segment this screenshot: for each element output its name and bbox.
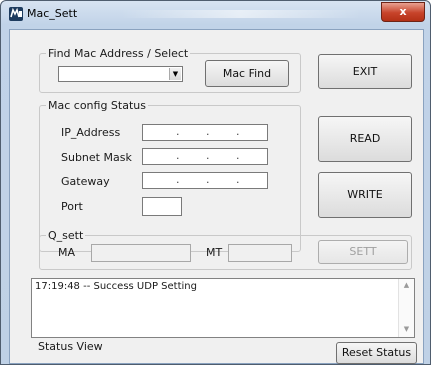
subnet-dot-3: . [236, 149, 240, 162]
ip-dot-1: . [176, 125, 180, 138]
subnet-mask-label: Subnet Mask [61, 151, 132, 164]
port-field[interactable] [142, 197, 182, 216]
gateway-dot-1: . [176, 173, 180, 186]
status-log[interactable]: 17:19:48 -- Success UDP Setting ▲ ▼ [31, 278, 415, 338]
gateway-field[interactable]: . . . [142, 172, 268, 189]
subnet-dot-2: . [206, 149, 210, 162]
title-bar[interactable]: Mac_Sett x [1, 1, 430, 27]
exit-button[interactable]: EXIT [318, 54, 412, 89]
reset-status-button[interactable]: Reset Status [336, 342, 417, 364]
port-label: Port [61, 200, 83, 213]
gateway-dot-3: . [236, 173, 240, 186]
log-scrollbar[interactable]: ▲ ▼ [398, 279, 414, 337]
mt-field[interactable] [228, 244, 292, 262]
ma-label: MA [58, 246, 76, 259]
app-icon [9, 7, 23, 21]
ip-dot-3: . [236, 125, 240, 138]
window-title: Mac_Sett [27, 7, 78, 20]
ip-dot-2: . [206, 125, 210, 138]
sett-button[interactable]: SETT [318, 240, 408, 264]
dialog-body: Find Mac Address / Select ▼ Mac Find EXI… [9, 29, 424, 364]
write-button[interactable]: WRITE [318, 172, 412, 218]
q-sett-legend: Q_sett [46, 229, 86, 242]
ip-address-field[interactable]: . . . [142, 124, 268, 141]
scroll-up-icon[interactable]: ▲ [399, 281, 414, 289]
chevron-down-icon[interactable]: ▼ [169, 68, 181, 80]
close-button[interactable]: x [381, 2, 425, 22]
mac-find-button[interactable]: Mac Find [205, 60, 289, 87]
mt-label: MT [206, 246, 223, 259]
read-button[interactable]: READ [318, 116, 412, 162]
main-window: Mac_Sett x Find Mac Address / Select ▼ M… [0, 0, 431, 365]
ma-field[interactable] [91, 244, 191, 262]
subnet-dot-1: . [176, 149, 180, 162]
ip-address-label: IP_Address [61, 126, 121, 139]
mac-config-legend: Mac config Status [46, 99, 148, 112]
scroll-down-icon[interactable]: ▼ [399, 325, 414, 333]
gateway-dot-2: . [206, 173, 210, 186]
title-blur [121, 10, 361, 18]
subnet-mask-field[interactable]: . . . [142, 148, 268, 165]
find-mac-legend: Find Mac Address / Select [46, 47, 191, 60]
status-view-label: Status View [38, 340, 103, 353]
log-line: 17:19:48 -- Success UDP Setting [35, 281, 197, 292]
mac-select-combo[interactable]: ▼ [58, 66, 183, 82]
gateway-label: Gateway [61, 175, 110, 188]
